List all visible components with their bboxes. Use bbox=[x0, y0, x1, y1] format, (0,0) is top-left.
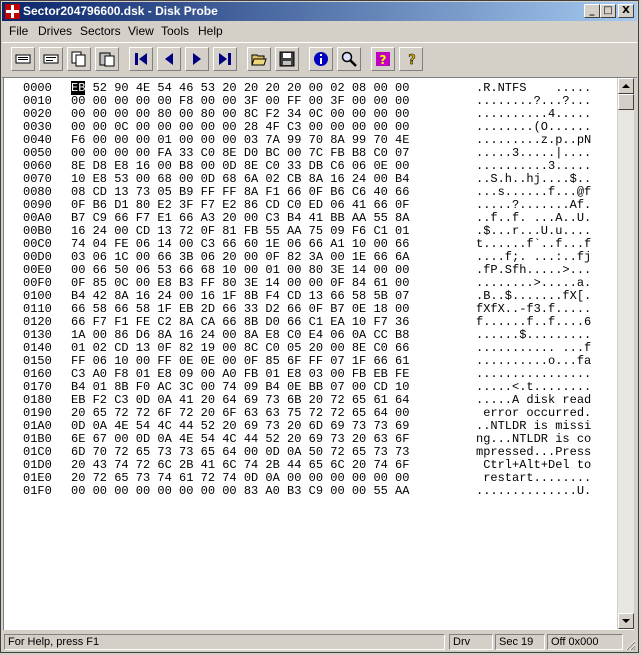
next-sector-button[interactable] bbox=[185, 47, 209, 71]
disk-probe-app-icon bbox=[5, 4, 20, 19]
paste-button[interactable] bbox=[95, 47, 119, 71]
help-icon: ? bbox=[376, 52, 390, 67]
minimize-button[interactable]: _ bbox=[584, 4, 600, 18]
status-bar: For Help, press F1 Drv Sec 19 Off 0x000 bbox=[2, 632, 637, 652]
selected-byte-cursor[interactable]: EB bbox=[71, 81, 86, 95]
menu-sectors[interactable]: Sectors bbox=[80, 23, 121, 39]
first-sector-icon bbox=[135, 53, 147, 65]
status-drive: Drv bbox=[449, 634, 493, 650]
status-help-text: For Help, press F1 bbox=[4, 634, 445, 650]
last-sector-icon bbox=[219, 53, 231, 65]
title-bar[interactable]: Sector204796600.dsk - Disk Probe _ □ X bbox=[2, 2, 637, 21]
app-window: Sector204796600.dsk - Disk Probe _ □ X F… bbox=[0, 0, 639, 653]
row-hex-bytes[interactable]: 00 00 00 00 00 00 00 00 83 A0 B3 C9 00 0… bbox=[71, 485, 409, 498]
scroll-up-button[interactable] bbox=[618, 78, 634, 94]
read-sector-button[interactable] bbox=[11, 47, 35, 71]
save-file-button[interactable] bbox=[275, 47, 299, 71]
write-sector-button[interactable] bbox=[39, 47, 63, 71]
window-title: Sector204796600.dsk - Disk Probe bbox=[23, 4, 218, 18]
vertical-scrollbar[interactable] bbox=[617, 78, 634, 629]
status-offset: Off 0x000 bbox=[547, 634, 623, 650]
read-sector-icon bbox=[15, 54, 31, 64]
copy-icon bbox=[71, 51, 86, 67]
write-sector-icon bbox=[43, 54, 59, 64]
status-sector: Sec 19 bbox=[495, 634, 545, 650]
hex-view[interactable]: 0000 EB 52 90 4E 54 46 53 20 20 20 20 00 … bbox=[3, 77, 634, 630]
row-offset: 01F0 bbox=[23, 484, 52, 498]
last-sector-button[interactable] bbox=[213, 47, 237, 71]
context-help-button[interactable]: ? bbox=[399, 47, 423, 71]
info-button[interactable] bbox=[309, 47, 333, 71]
menu-drives[interactable]: Drives bbox=[38, 23, 72, 39]
menu-help[interactable]: Help bbox=[198, 23, 223, 39]
help-button[interactable]: ? bbox=[371, 47, 395, 71]
row-hex-rest[interactable]: 52 90 4E 54 46 53 20 20 20 20 00 02 08 0… bbox=[85, 81, 410, 95]
scroll-down-arrow-icon bbox=[622, 619, 630, 623]
hex-rows[interactable]: 0000 EB 52 90 4E 54 46 53 20 20 20 20 00 … bbox=[4, 78, 619, 629]
previous-sector-icon bbox=[165, 53, 173, 65]
resize-grip-icon[interactable] bbox=[624, 639, 636, 651]
paste-icon bbox=[99, 52, 115, 67]
row-ascii[interactable]: ..............U. bbox=[476, 485, 591, 498]
open-file-button[interactable] bbox=[247, 47, 271, 71]
copy-button[interactable] bbox=[67, 47, 91, 71]
menu-tools[interactable]: Tools bbox=[161, 23, 189, 39]
scroll-up-arrow-icon bbox=[622, 84, 630, 88]
close-button[interactable]: X bbox=[618, 4, 634, 18]
svg-text:?: ? bbox=[408, 53, 416, 67]
svg-text:?: ? bbox=[380, 53, 387, 67]
menu-view[interactable]: View bbox=[128, 23, 154, 39]
search-button[interactable] bbox=[337, 47, 361, 71]
menu-file[interactable]: File bbox=[9, 23, 28, 39]
first-sector-button[interactable] bbox=[129, 47, 153, 71]
scroll-down-button[interactable] bbox=[618, 613, 634, 629]
maximize-button[interactable]: □ bbox=[600, 4, 616, 18]
open-file-icon bbox=[251, 54, 267, 66]
search-icon bbox=[341, 51, 357, 67]
toolbar: ? ? bbox=[2, 42, 637, 78]
next-sector-icon bbox=[193, 53, 201, 65]
scroll-thumb[interactable] bbox=[618, 94, 634, 110]
save-file-icon bbox=[279, 51, 295, 67]
info-icon bbox=[314, 52, 328, 66]
menu-bar: File Drives Sectors View Tools Help bbox=[2, 22, 637, 40]
previous-sector-button[interactable] bbox=[157, 47, 181, 71]
context-help-icon: ? bbox=[404, 52, 418, 67]
